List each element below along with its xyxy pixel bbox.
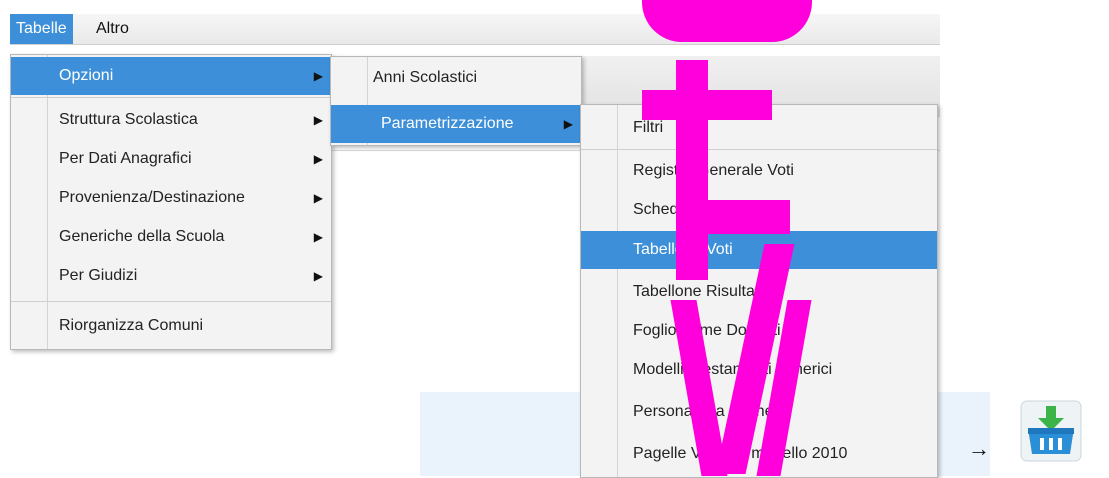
- menu-separator: [581, 149, 937, 150]
- dropdown-menu-tabelle: Opzioni ▶ Struttura Scolastica ▶ Per Dati …: [10, 54, 332, 350]
- submenu-arrow-icon: ▶: [313, 152, 323, 166]
- menu-item-per-dati-anagrafici[interactable]: Per Dati Anagrafici ▶: [11, 140, 331, 178]
- menubar-item-tabelle[interactable]: Tabelle: [10, 14, 73, 44]
- menu-item-generiche-della-scuola[interactable]: Generiche della Scuola ▶: [11, 218, 331, 256]
- menu-separator: [11, 301, 331, 302]
- menu-item-label: Provenienza/Destinazione: [59, 189, 245, 206]
- menu-item-label: Opzioni: [59, 67, 114, 84]
- menu-item-tabellone-voti[interactable]: Tabellone Voti: [581, 231, 937, 269]
- menu-separator: [11, 97, 331, 98]
- submenu-arrow-icon: ▶: [313, 113, 323, 127]
- menu-item-label: Generiche della Scuola: [59, 228, 225, 245]
- menu-item-registro-generale-voti[interactable]: Registro Generale Voti: [581, 152, 937, 190]
- submenu-arrow-icon: ▶: [313, 69, 323, 83]
- submenu-arrow-icon: ▶: [563, 117, 573, 131]
- submenu-opzioni: Anni Scolastici Parametrizzazione ▶: [330, 56, 582, 146]
- submenu-arrow-icon: ▶: [313, 269, 323, 283]
- menu-item-label: Per Giudizi: [59, 267, 138, 284]
- menu-item-anni-scolastici[interactable]: Anni Scolastici: [331, 59, 581, 97]
- shopping-basket-download-icon[interactable]: [1020, 400, 1082, 462]
- menu-item-riorganizza-comuni[interactable]: Riorganizza Comuni: [11, 307, 331, 345]
- menu-item-per-giudizi[interactable]: Per Giudizi ▶: [11, 257, 331, 295]
- menu-item-struttura-scolastica[interactable]: Struttura Scolastica ▶: [11, 101, 331, 139]
- menu-item-label: Registro Generale Voti: [633, 162, 794, 179]
- menu-item-label: Parametrizzazione: [381, 115, 514, 132]
- menu-item-label: Riorganizza Comuni: [59, 317, 204, 334]
- menu-item-label: Anni Scolastici: [373, 69, 478, 86]
- menubar-item-altro[interactable]: Altro: [90, 14, 135, 44]
- menu-item-provenienza-destinazione[interactable]: Provenienza/Destinazione ▶: [11, 179, 331, 217]
- menu-item-label: Modelli prestampati generici: [633, 361, 833, 378]
- menu-item-parametrizzazione[interactable]: Parametrizzazione ▶: [331, 105, 581, 143]
- submenu-arrow-icon: ▶: [313, 191, 323, 205]
- submenu-arrow-icon: ▶: [313, 230, 323, 244]
- arrow-icon: →: [968, 436, 990, 461]
- menu-item-label: Per Dati Anagrafici: [59, 150, 192, 167]
- menu-item-label: Struttura Scolastica: [59, 111, 198, 128]
- menu-item-opzioni[interactable]: Opzioni ▶: [11, 57, 331, 95]
